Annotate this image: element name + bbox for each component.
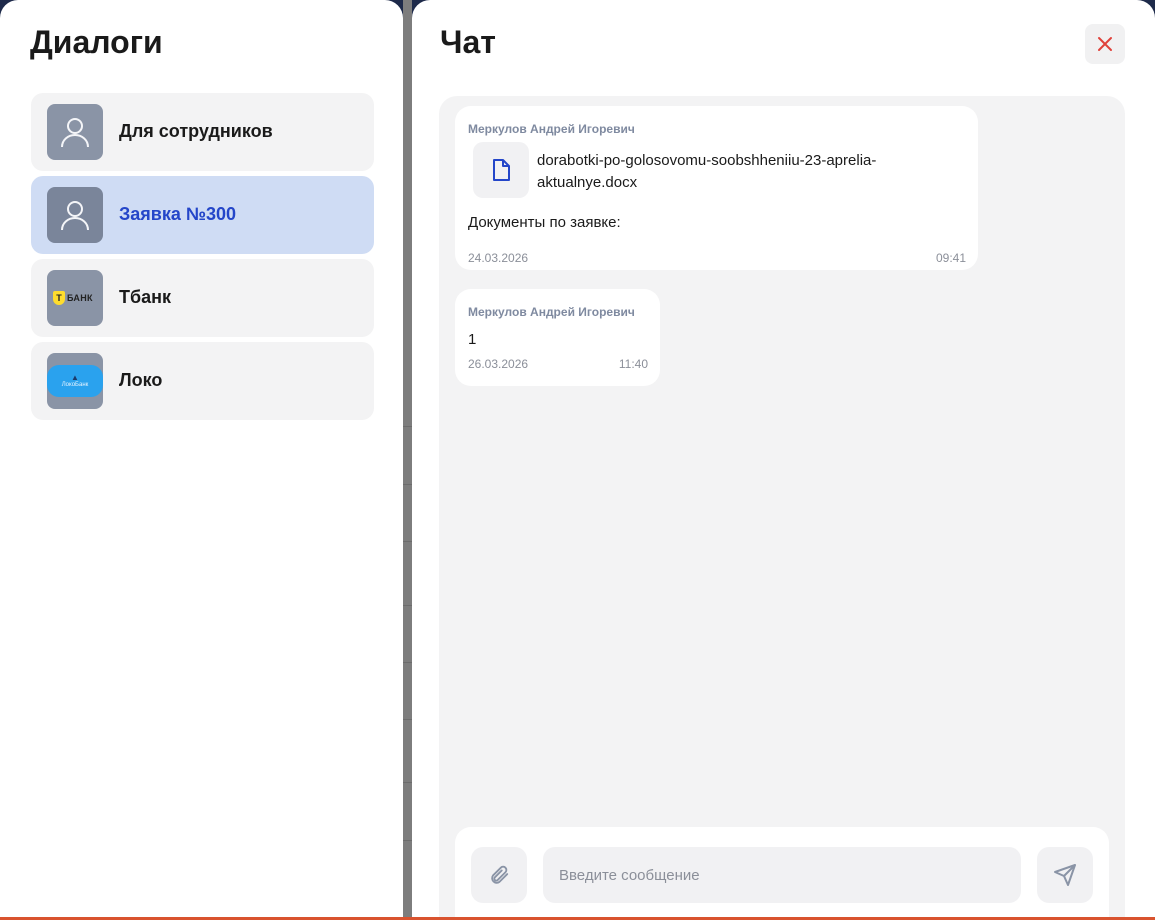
close-icon [1098,37,1112,51]
send-button[interactable] [1037,847,1093,903]
chat-message: Меркулов Андрей Игоревич 1 26.03.2026 11… [455,289,660,386]
dialog-item-request-300[interactable]: Заявка №300 [31,176,374,254]
tbank-logo: Т БАНК [47,270,103,326]
message-time: 09:41 [935,251,966,265]
tbank-logo-text: БАНК [67,293,93,303]
person-icon [47,104,103,160]
background-table [403,0,412,920]
message-date: 26.03.2026 [468,357,529,371]
chat-messages-area[interactable]: Меркулов Андрей Игоревич dorabotki-po-go… [439,96,1125,917]
message-author: Меркулов Андрей Игоревич [468,122,635,136]
dialog-list: Для сотрудников Заявка №300 Т БАНК Тбанк [31,93,374,425]
dialog-item-employees[interactable]: Для сотрудников [31,93,374,171]
loko-logo-text: ЛокоБанк [61,381,89,388]
send-icon [1054,864,1076,886]
tbank-logo-mark: Т [53,291,65,305]
dialogs-panel: Диалоги Для сотрудников Заявка №300 Т БА… [0,0,403,917]
message-input[interactable] [543,847,1021,903]
dialog-item-label: Для сотрудников [119,121,273,141]
chat-title: Чат [440,24,496,60]
paperclip-icon [491,865,509,884]
loko-logo: ▲ ЛокоБанк [47,353,103,409]
message-time: 11:40 [618,357,648,371]
background-row-line [403,662,412,663]
message-date: 24.03.2026 [468,251,529,265]
dialog-item-loko[interactable]: ▲ ЛокоБанк Локо [31,342,374,420]
message-author: Меркулов Андрей Игоревич [468,305,635,319]
background-row-line [403,840,412,841]
background-row-line [403,484,412,485]
document-icon [473,142,529,198]
background-row-line [403,541,412,542]
dialog-item-label: Тбанк [119,287,172,307]
background-row-line [403,426,412,427]
dialogs-title: Диалоги [30,24,163,60]
attach-file-button[interactable] [471,847,527,903]
close-button[interactable] [1085,24,1125,64]
dialog-item-tbank[interactable]: Т БАНК Тбанк [31,259,374,337]
file-attachment[interactable]: dorabotki-po-golosovomu-soobshheniiu-23-… [473,142,953,200]
dialog-item-label: Локо [119,370,163,390]
dialog-item-label: Заявка №300 [119,204,236,224]
message-text: Документы по заявке: [468,214,621,231]
background-row-line [403,605,412,606]
chat-message: Меркулов Андрей Игоревич dorabotki-po-go… [455,106,978,270]
person-icon [47,187,103,243]
background-row-line [403,782,412,783]
message-text: 1 [468,331,477,348]
attachment-file-name[interactable]: dorabotki-po-golosovomu-soobshheniiu-23-… [537,150,937,194]
message-composer [455,827,1109,917]
loko-logo-mark-icon: ▲ [71,372,79,382]
background-row-line [403,719,412,720]
chat-panel: Чат Меркулов Андрей Игоревич dorabotki-p… [412,0,1155,917]
